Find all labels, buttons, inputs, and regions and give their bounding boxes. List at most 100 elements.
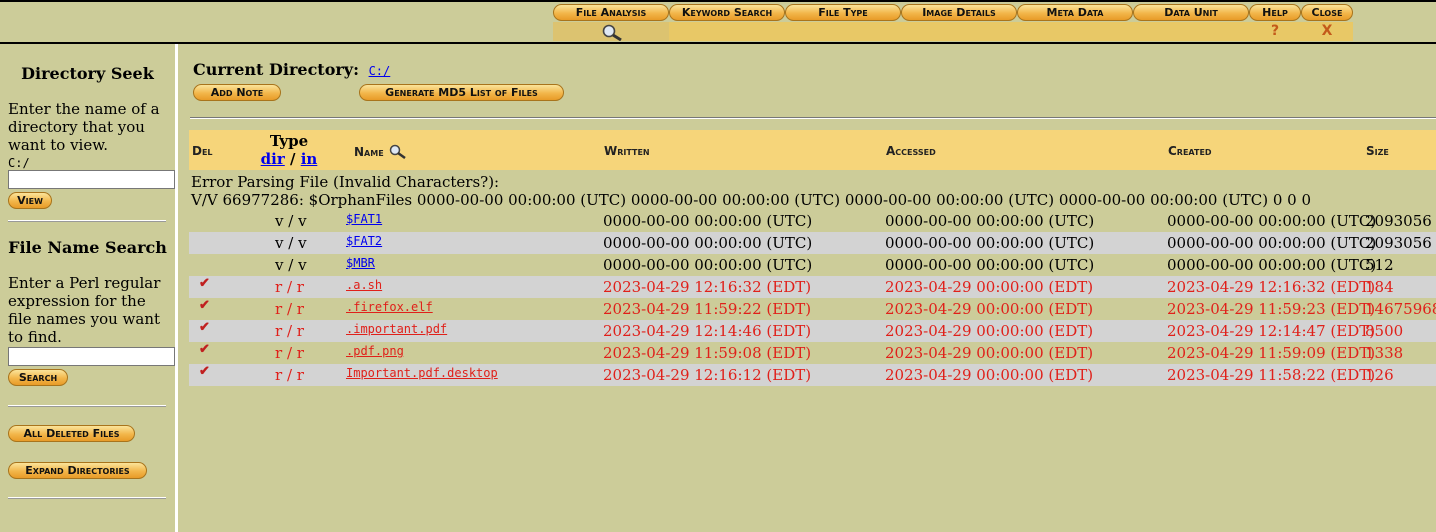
tab-file-type[interactable]: File Type	[785, 4, 901, 41]
col-name-label[interactable]: Name	[354, 145, 384, 159]
written-time: 2023-04-29 12:16:12 (EDT)	[603, 366, 812, 384]
tab-keyword-search-label[interactable]: Keyword Search	[669, 4, 785, 21]
expand-directories-button[interactable]: Expand Directories	[8, 462, 147, 479]
main-divider	[190, 117, 1436, 119]
sidebar-divider	[8, 220, 166, 222]
file-name-search-description: Enter a Perl regular expression for the …	[8, 274, 161, 346]
file-size: 14675968	[1365, 300, 1436, 318]
file-table-header: Del Type dir / in Name Written Accessed …	[189, 130, 1436, 170]
deleted-check-icon: ✔	[199, 298, 210, 313]
col-size[interactable]: Size	[1366, 144, 1389, 158]
generate-md5-button[interactable]: Generate MD5 List of Files	[359, 84, 564, 101]
table-row: ✔ r / r .firefox.elf 2023-04-29 11:59:22 (E…	[189, 298, 1436, 320]
tab-keyword-search[interactable]: Keyword Search	[669, 4, 785, 41]
file-name-link[interactable]: Important.pdf.desktop	[346, 364, 498, 382]
close-icon[interactable]: X	[1301, 22, 1353, 41]
type-in-link[interactable]: in	[301, 150, 318, 168]
tab-close-indicator: X	[1301, 22, 1353, 41]
accessed-time: 2023-04-29 00:00:00 (EDT)	[885, 366, 1094, 384]
tab-meta-data-indicator	[1017, 22, 1133, 41]
created-time: 2023-04-29 11:59:23 (EDT)	[1167, 300, 1376, 318]
tab-file-analysis[interactable]: File Analysis	[553, 4, 669, 41]
tab-file-type-label[interactable]: File Type	[785, 4, 901, 21]
tab-help-indicator: ?	[1249, 22, 1301, 41]
add-note-button[interactable]: Add Note	[193, 84, 281, 101]
written-time: 2023-04-29 12:16:32 (EDT)	[603, 278, 812, 296]
accessed-time: 2023-04-29 00:00:00 (EDT)	[885, 344, 1094, 362]
help-icon[interactable]: ?	[1249, 22, 1301, 41]
sidebar: Directory Seek Enter the name of a direc…	[0, 44, 178, 532]
created-time: 2023-04-29 11:58:22 (EDT)	[1167, 366, 1376, 384]
col-name[interactable]: Name	[354, 144, 408, 160]
file-name-link[interactable]: $FAT1	[346, 210, 382, 228]
file-name-link[interactable]: $FAT2	[346, 232, 382, 250]
tab-data-unit[interactable]: Data Unit	[1133, 4, 1249, 41]
written-time: 2023-04-29 12:14:46 (EDT)	[603, 322, 812, 340]
current-directory-label: Current Directory:	[193, 60, 359, 79]
col-written[interactable]: Written	[604, 144, 650, 158]
written-time: 0000-00-00 00:00:00 (UTC)	[603, 256, 813, 274]
col-type-label: Type	[269, 132, 309, 150]
table-row: ✔ r / r Important.pdf.desktop 2023-04-29 12…	[189, 364, 1436, 386]
file-type: r / r	[275, 366, 304, 384]
current-directory-link[interactable]: C:/	[369, 64, 391, 78]
tab-help[interactable]: Help ?	[1249, 4, 1301, 41]
parse-error-title: Error Parsing File (Invalid Characters?)…	[191, 173, 500, 191]
accessed-time: 0000-00-00 00:00:00 (UTC)	[885, 212, 1095, 230]
file-type: v / v	[275, 212, 307, 230]
col-type-sort: dir / in	[259, 150, 319, 168]
directory-seek-input[interactable]	[8, 170, 175, 189]
file-size: 2093056	[1365, 212, 1432, 230]
file-size: 8500	[1365, 322, 1404, 340]
written-time: 2023-04-29 11:59:22 (EDT)	[603, 300, 812, 318]
written-time: 2023-04-29 11:59:08 (EDT)	[603, 344, 812, 362]
tab-image-details[interactable]: Image Details	[901, 4, 1017, 41]
file-type: v / v	[275, 256, 307, 274]
accessed-time: 0000-00-00 00:00:00 (UTC)	[885, 234, 1095, 252]
view-button[interactable]: View	[8, 192, 52, 209]
table-row: v / v $MBR 0000-00-00 00:00:00 (UTC) 0000-0…	[189, 254, 1436, 276]
tab-close[interactable]: Close X	[1301, 4, 1353, 41]
file-type: r / r	[275, 344, 304, 362]
directory-seek-title: Directory Seek	[21, 64, 154, 83]
nav-tabs: File Analysis Keyword Search File Type I…	[553, 4, 1353, 41]
file-name-search-title: File Name Search	[8, 238, 167, 257]
file-name-link[interactable]: .pdf.png	[346, 342, 404, 360]
col-created[interactable]: Created	[1168, 144, 1212, 158]
tab-data-unit-label[interactable]: Data Unit	[1133, 4, 1249, 21]
table-row: v / v $FAT1 0000-00-00 00:00:00 (UTC) 0000-…	[189, 210, 1436, 232]
tab-image-details-label[interactable]: Image Details	[901, 4, 1017, 21]
search-icon[interactable]	[388, 144, 408, 160]
table-row: ✔ r / r .pdf.png 2023-04-29 11:59:08 (EDT) 2…	[189, 342, 1436, 364]
table-row: ✔ r / r .a.sh 2023-04-29 12:16:32 (EDT) 2023…	[189, 276, 1436, 298]
created-time: 0000-00-00 00:00:00 (UTC)	[1167, 256, 1377, 274]
current-directory: Current Directory: C:/	[193, 60, 390, 79]
magnifier-icon	[602, 24, 622, 41]
type-dir-link[interactable]: dir	[261, 150, 285, 168]
created-time: 0000-00-00 00:00:00 (UTC)	[1167, 212, 1377, 230]
col-accessed[interactable]: Accessed	[886, 144, 936, 158]
file-name-link[interactable]: .a.sh	[346, 276, 382, 294]
tab-file-type-indicator	[785, 22, 901, 41]
file-size: 184	[1365, 278, 1394, 296]
deleted-check-icon: ✔	[199, 320, 210, 335]
parse-error-message: Error Parsing File (Invalid Characters?)…	[191, 173, 1311, 209]
file-name-search-input[interactable]	[8, 347, 175, 366]
tab-close-label[interactable]: Close	[1301, 4, 1353, 21]
tab-meta-data-label[interactable]: Meta Data	[1017, 4, 1133, 21]
table-row: ✔ r / r .important.pdf 2023-04-29 12:14:46 …	[189, 320, 1436, 342]
tab-file-analysis-label[interactable]: File Analysis	[553, 4, 669, 21]
col-del[interactable]: Del	[192, 144, 213, 158]
created-time: 0000-00-00 00:00:00 (UTC)	[1167, 234, 1377, 252]
file-name-link[interactable]: $MBR	[346, 254, 375, 272]
search-button[interactable]: Search	[8, 369, 68, 386]
file-name-link[interactable]: .firefox.elf	[346, 298, 433, 316]
file-size: 1338	[1365, 344, 1404, 362]
directory-seek-description: Enter the name of a directory that you w…	[8, 100, 160, 154]
file-size: 2093056	[1365, 234, 1432, 252]
file-name-link[interactable]: .important.pdf	[346, 320, 447, 338]
written-time: 0000-00-00 00:00:00 (UTC)	[603, 234, 813, 252]
tab-help-label[interactable]: Help	[1249, 4, 1301, 21]
tab-meta-data[interactable]: Meta Data	[1017, 4, 1133, 41]
all-deleted-files-button[interactable]: All Deleted Files	[8, 425, 135, 442]
